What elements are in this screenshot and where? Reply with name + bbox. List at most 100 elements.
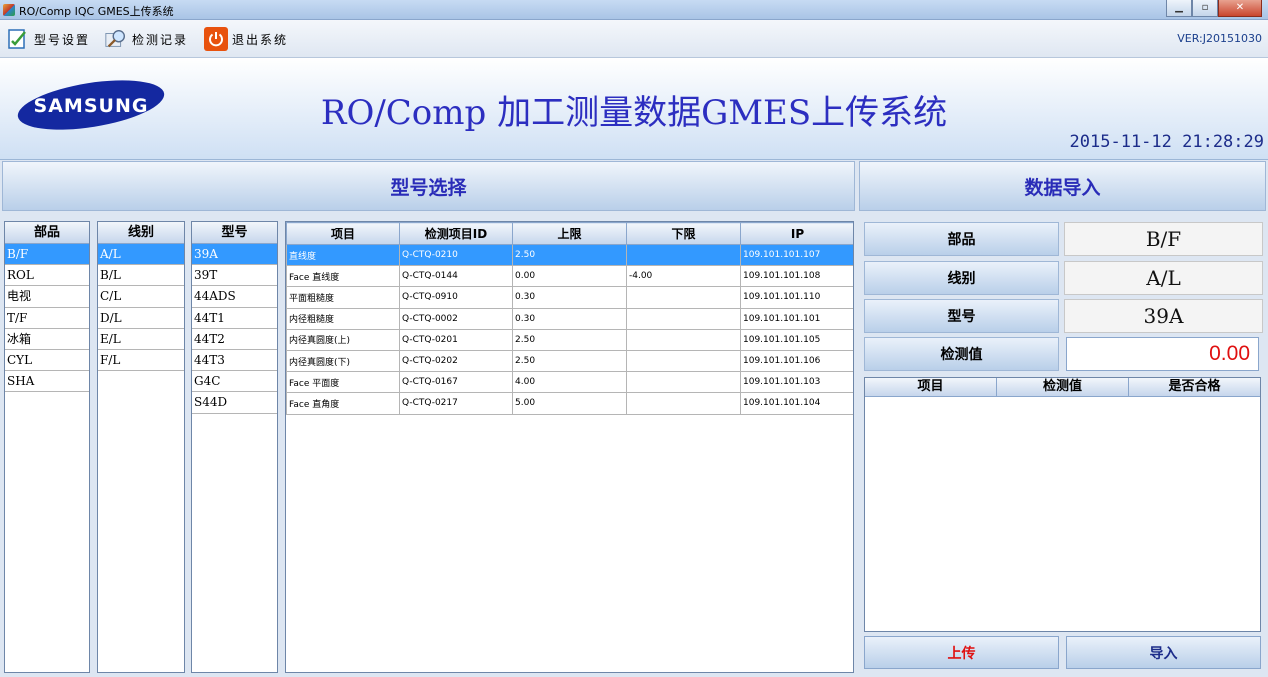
header-banner: SAMSUNG RO/Comp 加工测量数据GMES上传系统 2015-11-1… — [0, 58, 1268, 160]
window-titlebar: RO/Comp IQC GMES上传系统 ▁ ▫ ✕ — [0, 0, 1268, 20]
table-cell: 内径粗糙度 — [286, 307, 400, 330]
result-column-header[interactable]: 检测值 — [997, 378, 1129, 396]
table-cell: 2.50 — [512, 243, 627, 267]
table-cell — [626, 371, 741, 394]
table-cell: 直线度 — [286, 243, 400, 267]
model-list-item[interactable]: 44T2 — [192, 329, 277, 350]
magnifier-icon — [104, 27, 128, 51]
datetime-display: 2015-11-12 21:28:29 — [1069, 132, 1264, 152]
edit-document-icon — [6, 27, 30, 51]
line-list-item[interactable]: D/L — [98, 308, 184, 329]
result-column-header[interactable]: 是否合格 — [1129, 378, 1260, 396]
model-list-item[interactable]: 44T3 — [192, 350, 277, 372]
inspection-records-button[interactable]: 检测记录 — [104, 26, 188, 52]
model-value: 39A — [1064, 299, 1263, 333]
table-row[interactable]: Face 平面度 Q-CTQ-0167 4.00 109.101.101.103 — [286, 371, 853, 394]
lines-list-header: 线别 — [98, 222, 184, 244]
model-list-item[interactable]: 39T — [192, 265, 277, 287]
table-cell: 平面粗糙度 — [286, 286, 400, 309]
model-list-item[interactable]: S44D — [192, 392, 277, 414]
models-list-header: 型号 — [192, 222, 277, 244]
model-list-item[interactable]: 39A — [192, 244, 277, 266]
table-row[interactable]: 内径真圆度(上) Q-CTQ-0201 2.50 109.101.101.105 — [286, 328, 853, 351]
part-value: B/F — [1064, 222, 1263, 256]
models-list[interactable]: 型号 39A 39T 44ADS 44T1 44T2 44T3 G4C S44D — [191, 221, 278, 673]
table-row[interactable]: Face 直角度 Q-CTQ-0217 5.00 109.101.101.104 — [286, 392, 853, 415]
line-list-item[interactable]: A/L — [98, 244, 184, 266]
grid-column-header[interactable]: 上限 — [512, 222, 627, 245]
model-settings-button[interactable]: 型号设置 — [6, 26, 90, 52]
part-list-item[interactable]: CYL — [5, 350, 89, 372]
part-label: 部品 — [864, 222, 1059, 256]
line-label: 线别 — [864, 261, 1059, 295]
grid-column-header[interactable]: 项目 — [286, 222, 400, 245]
table-cell: Q-CTQ-0910 — [399, 286, 513, 309]
inspection-items-grid[interactable]: 项目 检测项目ID 上限 下限 IP 直线度 Q-CTQ-0210 2.50 109.101.… — [285, 221, 854, 673]
table-cell: Q-CTQ-0201 — [399, 328, 513, 351]
lines-list[interactable]: 线别 A/L B/L C/L D/L E/L F/L — [97, 221, 185, 673]
exit-system-button[interactable]: 退出系统 — [204, 26, 288, 52]
result-column-header[interactable]: 项目 — [865, 378, 997, 396]
grid-column-header[interactable]: IP — [740, 222, 853, 245]
part-list-item[interactable]: B/F — [5, 244, 89, 266]
table-cell — [626, 349, 741, 373]
table-row[interactable]: Face 直线度 Q-CTQ-0144 0.00 -4.00 109.101.101.1… — [286, 265, 853, 288]
line-list-item[interactable]: B/L — [98, 265, 184, 287]
table-cell — [626, 243, 741, 267]
result-grid[interactable]: 项目 检测值 是否合格 — [864, 377, 1261, 632]
table-cell — [626, 307, 741, 330]
grid-column-header[interactable]: 下限 — [626, 222, 741, 245]
table-cell: Face 直线度 — [286, 265, 400, 288]
table-row[interactable]: 平面粗糙度 Q-CTQ-0910 0.30 109.101.101.110 — [286, 286, 853, 309]
table-cell: 内径真圆度(上) — [286, 328, 400, 351]
part-list-item[interactable]: 冰箱 — [5, 329, 89, 350]
model-select-header: 型号选择 — [2, 161, 855, 211]
table-cell: Q-CTQ-0167 — [399, 371, 513, 394]
minimize-button[interactable]: ▁ — [1166, 0, 1192, 17]
part-list-item[interactable]: ROL — [5, 265, 89, 287]
part-list-item[interactable]: SHA — [5, 371, 89, 393]
window-title: RO/Comp IQC GMES上传系统 — [19, 5, 174, 18]
table-cell: 4.00 — [512, 371, 627, 394]
table-row[interactable]: 内径粗糙度 Q-CTQ-0002 0.30 109.101.101.101 — [286, 307, 853, 330]
table-cell: 109.101.101.107 — [740, 243, 853, 267]
line-list-item[interactable]: F/L — [98, 350, 184, 372]
table-cell: -4.00 — [626, 265, 741, 288]
table-row[interactable]: 直线度 Q-CTQ-0210 2.50 109.101.101.107 — [286, 243, 853, 267]
grid-column-header[interactable]: 检测项目ID — [399, 222, 513, 245]
table-cell: Face 平面度 — [286, 371, 400, 394]
model-list-item[interactable]: G4C — [192, 371, 277, 393]
line-value: A/L — [1064, 261, 1263, 295]
table-cell: 109.101.101.103 — [740, 371, 853, 394]
table-cell: 109.101.101.101 — [740, 307, 853, 330]
table-cell — [626, 286, 741, 309]
table-cell: Q-CTQ-0210 — [399, 243, 513, 267]
table-cell: 0.30 — [512, 286, 627, 309]
table-cell: 109.101.101.104 — [740, 392, 853, 415]
upload-button[interactable]: 上传 — [864, 636, 1059, 669]
table-cell: 109.101.101.108 — [740, 265, 853, 288]
part-list-item[interactable]: 电视 — [5, 286, 89, 308]
line-list-item[interactable]: C/L — [98, 286, 184, 308]
parts-list[interactable]: 部品 B/F ROL 电视 T/F 冰箱 CYL SHA — [4, 221, 90, 673]
table-cell: 2.50 — [512, 328, 627, 351]
close-button[interactable]: ✕ — [1218, 0, 1262, 17]
table-cell: Face 直角度 — [286, 392, 400, 415]
part-list-item[interactable]: T/F — [5, 308, 89, 329]
model-list-item[interactable]: 44ADS — [192, 286, 277, 308]
app-icon — [3, 4, 15, 16]
measure-value-input[interactable]: 0.00 — [1066, 337, 1259, 371]
table-cell: 5.00 — [512, 392, 627, 415]
import-button[interactable]: 导入 — [1066, 636, 1261, 669]
maximize-button[interactable]: ▫ — [1192, 0, 1218, 17]
toolbar: 型号设置 检测记录 退出系统 VER:J20151030 — [0, 20, 1268, 58]
table-cell: Q-CTQ-0144 — [399, 265, 513, 288]
table-cell: 2.50 — [512, 349, 627, 373]
table-cell: 0.00 — [512, 265, 627, 288]
data-import-header: 数据导入 — [859, 161, 1266, 211]
table-row[interactable]: 内径真圆度(下) Q-CTQ-0202 2.50 109.101.101.106 — [286, 349, 853, 373]
line-list-item[interactable]: E/L — [98, 329, 184, 350]
model-list-item[interactable]: 44T1 — [192, 308, 277, 329]
page-title: RO/Comp 加工测量数据GMES上传系统 — [320, 93, 948, 133]
table-cell — [626, 392, 741, 415]
